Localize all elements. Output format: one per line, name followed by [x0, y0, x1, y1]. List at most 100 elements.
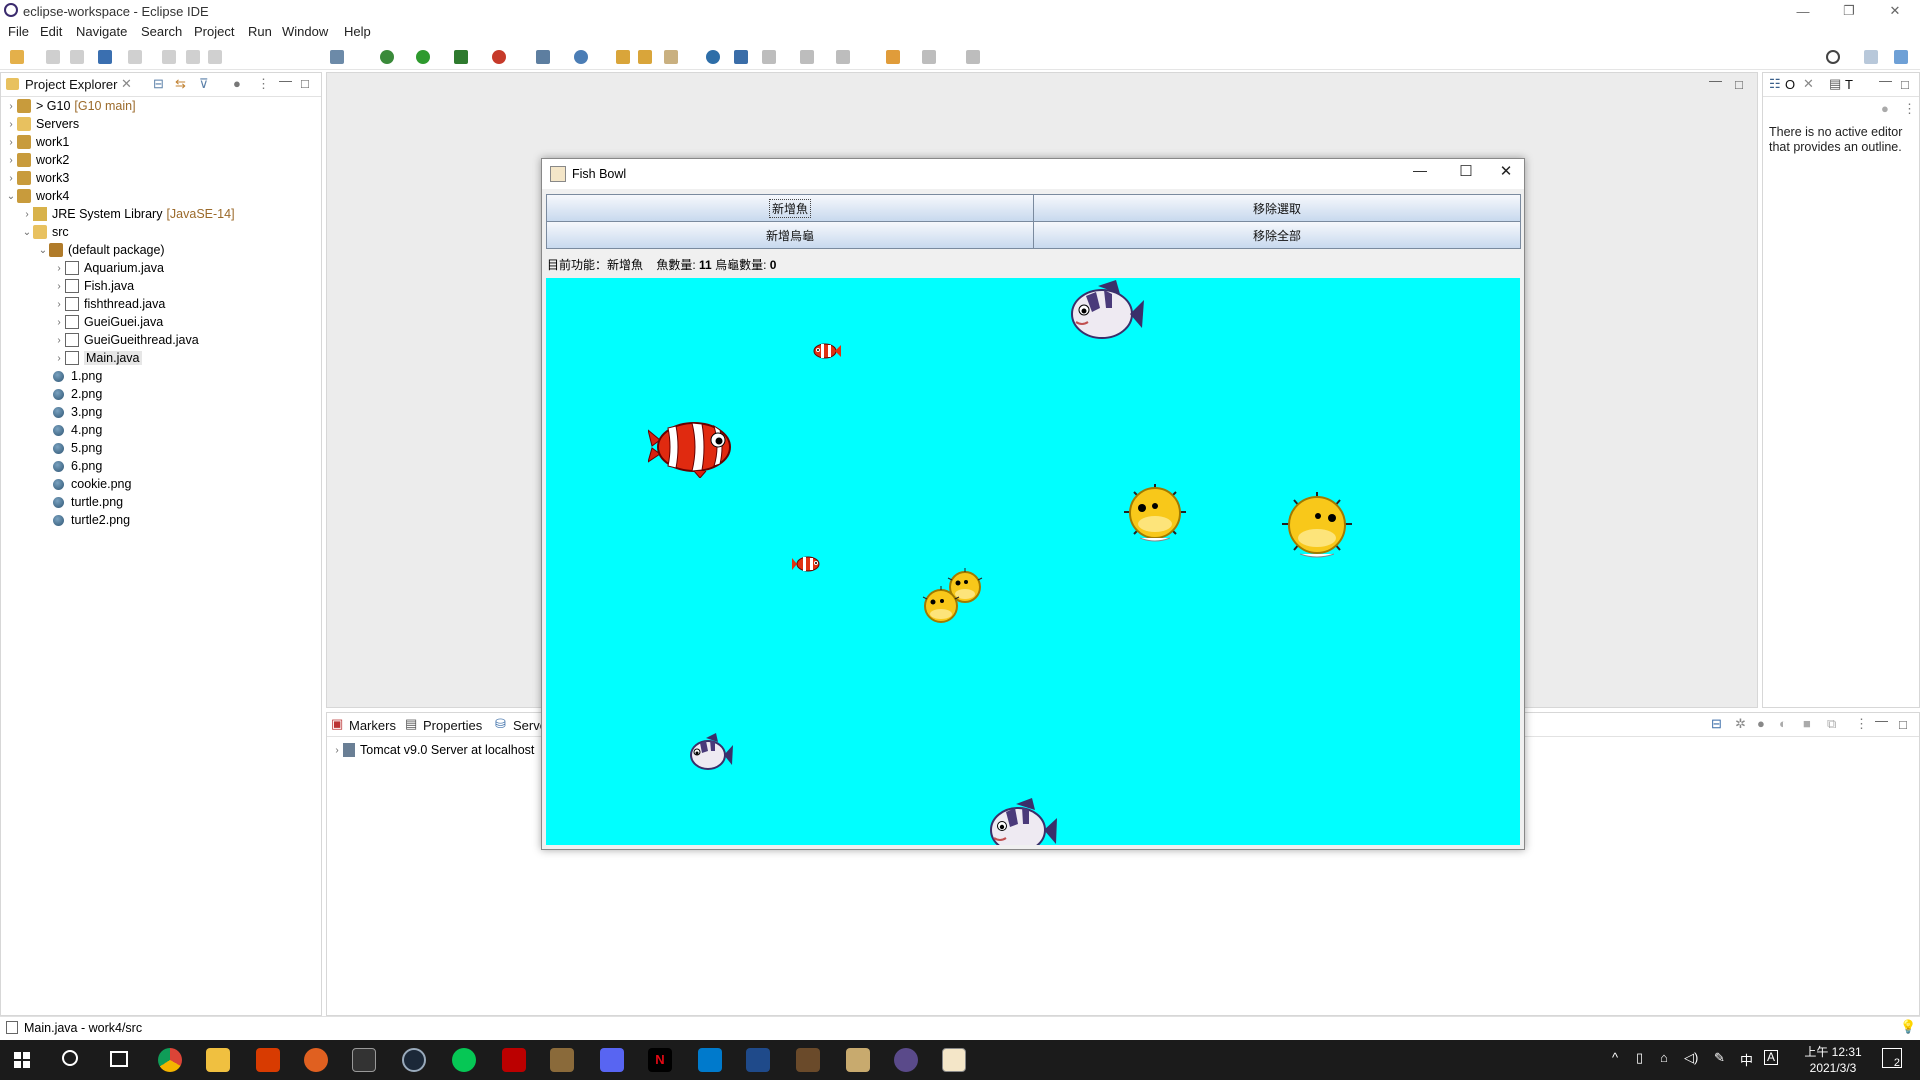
next-annotation-icon[interactable]: [762, 50, 776, 64]
clownfish-large[interactable]: [648, 416, 736, 478]
chevron-right-icon[interactable]: ›: [5, 101, 17, 112]
tree-item-turtle[interactable]: turtle.png: [53, 493, 123, 511]
close-button[interactable]: ✕: [1872, 0, 1918, 22]
tree-item-fish[interactable]: › Fish.java: [53, 277, 134, 295]
fish-bowl-minimize-button[interactable]: —: [1400, 162, 1440, 186]
tip-lightbulb-icon[interactable]: 💡: [1900, 1019, 1916, 1035]
tree-item-default-package[interactable]: ⌄ (default package): [37, 241, 165, 259]
chevron-right-icon[interactable]: ›: [53, 281, 65, 292]
tree-item-png6[interactable]: 6.png: [53, 457, 102, 475]
tree-item-gueiguei[interactable]: › GueiGuei.java: [53, 313, 163, 331]
clock-date[interactable]: 2021/3/3: [1798, 1061, 1868, 1075]
menu-project[interactable]: Project: [194, 24, 234, 39]
collapse-all-icon[interactable]: ⊟: [153, 76, 164, 92]
focus-icon[interactable]: ●: [1881, 101, 1889, 116]
tray-battery-icon[interactable]: ▯: [1636, 1050, 1643, 1066]
search-tool-icon[interactable]: [664, 50, 678, 64]
filter-icon[interactable]: ⊽: [199, 76, 209, 92]
tab-markers[interactable]: Markers: [349, 718, 396, 733]
focus-icon[interactable]: ●: [233, 76, 241, 91]
maximize-editor-icon[interactable]: □: [1735, 77, 1743, 92]
menu-file[interactable]: File: [8, 24, 29, 39]
add-turtle-button[interactable]: 新增烏龜: [546, 221, 1034, 249]
tray-volume-icon[interactable]: ◁): [1684, 1050, 1698, 1066]
clock-time[interactable]: 上午 12:31: [1798, 1043, 1868, 1060]
steam-icon[interactable]: [402, 1048, 426, 1072]
pin-editor-icon[interactable]: [966, 50, 980, 64]
menu-navigate[interactable]: Navigate: [76, 24, 127, 39]
grey-fish[interactable]: [986, 796, 1058, 845]
minimize-view-icon[interactable]: —: [1879, 73, 1892, 88]
netflix-icon[interactable]: N: [648, 1048, 672, 1072]
chevron-right-icon[interactable]: ›: [5, 155, 17, 166]
visual-studio-icon[interactable]: [746, 1048, 770, 1072]
windows-start-icon[interactable]: [14, 1052, 30, 1068]
tree-item-jre[interactable]: › JRE System Library [JavaSE-14]: [21, 205, 235, 223]
publish-icon[interactable]: ⧉: [1827, 716, 1836, 732]
tree-item-cookie[interactable]: cookie.png: [53, 475, 131, 493]
maximize-view-icon[interactable]: □: [1901, 77, 1909, 92]
menu-run[interactable]: Run: [248, 24, 272, 39]
tray-network-icon[interactable]: ⌂: [1660, 1050, 1668, 1065]
league-icon[interactable]: [846, 1048, 870, 1072]
resume-icon[interactable]: [162, 50, 176, 64]
ime-mode-indicator[interactable]: A: [1764, 1050, 1779, 1065]
grey-fish[interactable]: [686, 733, 734, 777]
open-perspective-icon[interactable]: [1864, 50, 1878, 64]
terminal-taskbar-icon[interactable]: [352, 1048, 376, 1072]
search-icon[interactable]: [1826, 50, 1840, 64]
chevron-right-icon[interactable]: ›: [53, 317, 65, 328]
minimize-editor-icon[interactable]: —: [1709, 73, 1722, 88]
maximize-view-icon[interactable]: □: [301, 76, 309, 91]
open-task-icon[interactable]: [330, 50, 344, 64]
fish-bowl-close-button[interactable]: ✕: [1486, 162, 1526, 186]
search-taskbar-icon[interactable]: [62, 1050, 78, 1066]
file-explorer-icon[interactable]: [206, 1048, 230, 1072]
chevron-right-icon[interactable]: ›: [53, 353, 65, 364]
menu-window[interactable]: Window: [282, 24, 328, 39]
external-tools-icon[interactable]: [492, 50, 506, 64]
remove-all-button[interactable]: 移除全部: [1033, 221, 1521, 249]
terminate-icon[interactable]: [208, 50, 222, 64]
discord-icon[interactable]: [600, 1048, 624, 1072]
maximize-view-icon[interactable]: □: [1899, 717, 1907, 732]
back-icon[interactable]: [886, 50, 900, 64]
chrome-icon[interactable]: [158, 1048, 182, 1072]
tray-pen-icon[interactable]: ✎: [1714, 1050, 1725, 1066]
suspend-icon[interactable]: [186, 50, 200, 64]
debug-icon[interactable]: [380, 50, 394, 64]
tab-project-explorer[interactable]: Project Explorer: [25, 77, 117, 92]
start-server-icon[interactable]: ●: [1757, 716, 1765, 731]
chevron-down-icon[interactable]: ⌄: [5, 191, 17, 202]
chevron-right-icon[interactable]: ›: [53, 263, 65, 274]
garena-icon[interactable]: [502, 1048, 526, 1072]
debug-server-icon[interactable]: ✲: [1735, 716, 1746, 732]
menu-help[interactable]: Help: [344, 24, 371, 39]
tab-task-list[interactable]: T: [1845, 77, 1853, 92]
view-menu-icon[interactable]: ⋮: [257, 76, 270, 92]
clownfish-small[interactable]: [792, 554, 822, 574]
close-tab-icon[interactable]: ✕: [1803, 76, 1814, 92]
tree-item-gueigueithread[interactable]: › GueiGueithread.java: [53, 331, 199, 349]
tree-item-work4[interactable]: ⌄ work4: [5, 187, 69, 205]
java-app-taskbar-icon[interactable]: [942, 1048, 966, 1072]
tree-item-png3[interactable]: 3.png: [53, 403, 102, 421]
chevron-down-icon[interactable]: ⌄: [21, 227, 33, 238]
skip-breakpoints-icon[interactable]: [128, 50, 142, 64]
fish-bowl-canvas[interactable]: [546, 278, 1520, 845]
office-icon[interactable]: [256, 1048, 280, 1072]
chevron-right-icon[interactable]: ›: [5, 137, 17, 148]
tree-item-png5[interactable]: 5.png: [53, 439, 102, 457]
close-tab-icon[interactable]: ✕: [121, 76, 132, 92]
new-server-icon[interactable]: [536, 50, 550, 64]
fish-bowl-maximize-button[interactable]: ☐: [1446, 162, 1486, 186]
task-view-icon[interactable]: [110, 1051, 128, 1067]
tree-item-main[interactable]: › Main.java: [53, 349, 142, 367]
save-all-icon[interactable]: [70, 50, 84, 64]
minimize-view-icon[interactable]: —: [279, 73, 292, 88]
terminal-icon[interactable]: [98, 50, 112, 64]
menu-search[interactable]: Search: [141, 24, 182, 39]
tab-properties[interactable]: Properties: [423, 718, 482, 733]
chevron-right-icon[interactable]: ›: [331, 745, 343, 756]
ime-indicator[interactable]: 中: [1740, 1050, 1753, 1069]
